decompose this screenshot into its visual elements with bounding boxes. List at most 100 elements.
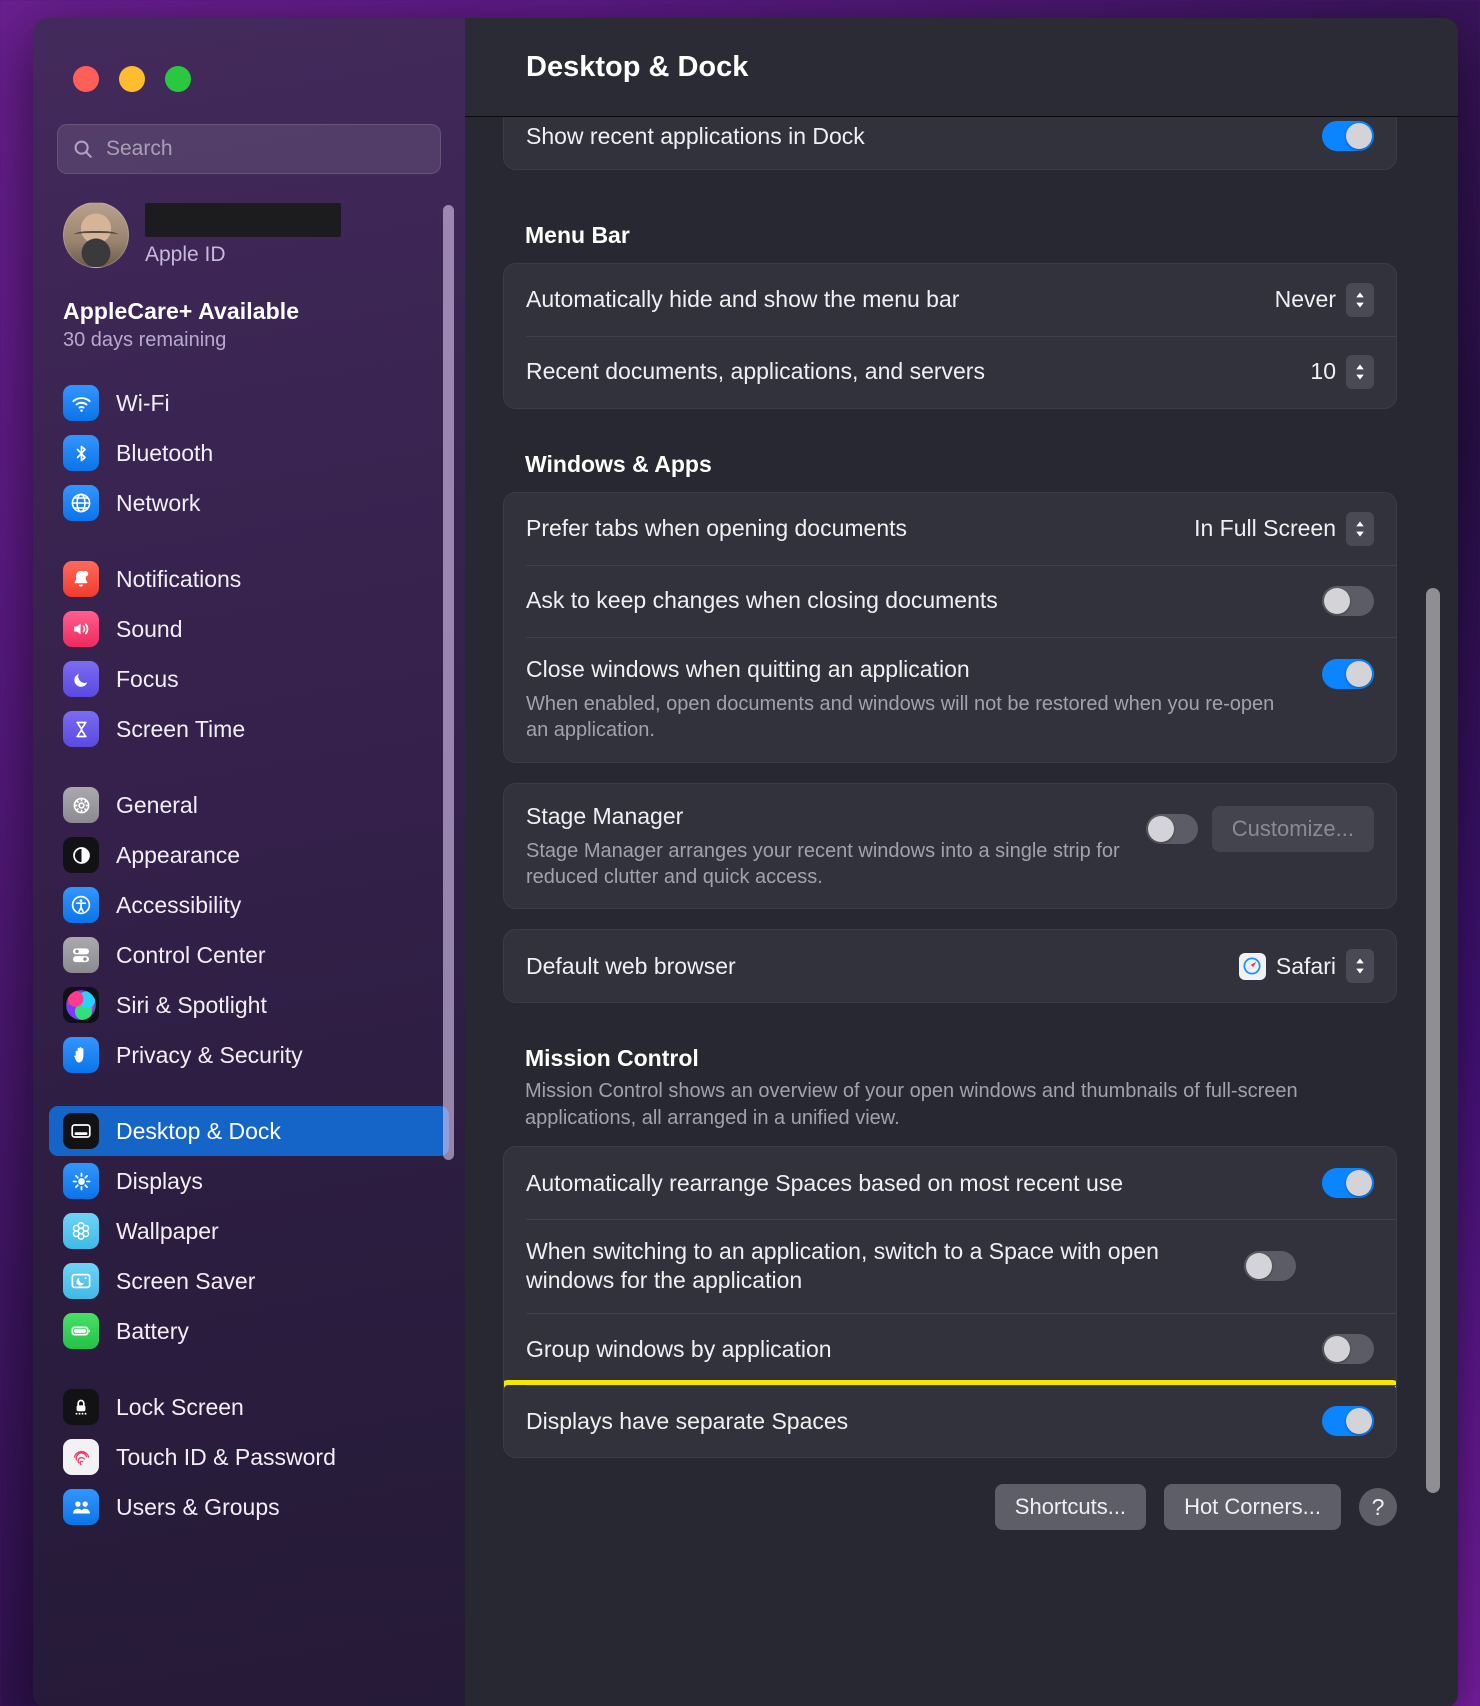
row-label: Close windows when quitting an applicati…	[526, 655, 970, 682]
row-label: Automatically rearrange Spaces based on …	[526, 1169, 1124, 1196]
close-button[interactable]	[73, 66, 99, 92]
stepper-recent-documents[interactable]: 10	[1310, 354, 1374, 389]
sidebar-item-displays[interactable]: Displays	[49, 1156, 449, 1206]
accessibility-icon	[63, 887, 99, 923]
sidebar-item-privacy-security[interactable]: Privacy & Security	[49, 1030, 449, 1080]
customize-button[interactable]: Customize...	[1211, 805, 1374, 852]
sidebar-item-label: Screen Time	[116, 715, 246, 742]
sidebar-group-system: General Appearance Accessibility Control…	[33, 780, 465, 1080]
detail-scrollbar[interactable]	[1426, 588, 1440, 1493]
screen-saver-icon	[63, 1263, 99, 1299]
sidebar-group-network: Wi-Fi Bluetooth Network	[33, 378, 465, 528]
battery-icon	[63, 1313, 99, 1349]
sidebar-item-wi-fi[interactable]: Wi-Fi	[49, 378, 449, 428]
displays-brightness-icon	[63, 1163, 99, 1199]
bluetooth-icon	[63, 435, 99, 471]
sidebar-item-label: Focus	[116, 665, 179, 692]
sidebar-item-label: Wallpaper	[116, 1217, 219, 1244]
sidebar-item-label: Users & Groups	[116, 1493, 280, 1520]
sidebar-item-label: Notifications	[116, 565, 242, 592]
search-box[interactable]	[57, 124, 441, 174]
toggle-auto-rearrange-spaces[interactable]	[1322, 1168, 1374, 1199]
popup-default-web-browser[interactable]: Safari	[1238, 949, 1374, 984]
desktop-dock-icon	[63, 1113, 99, 1149]
users-groups-icon	[63, 1489, 99, 1525]
sidebar-item-lock-screen[interactable]: Lock Screen	[49, 1382, 449, 1432]
toggle-show-recent-applications[interactable]	[1322, 121, 1374, 152]
toggle-group-windows-by-application[interactable]	[1322, 1334, 1374, 1365]
zoom-button[interactable]	[165, 66, 191, 92]
focus-moon-icon	[63, 661, 99, 697]
section-title-windows-apps: Windows & Apps	[525, 450, 712, 477]
sidebar-item-label: Wi-Fi	[116, 389, 170, 416]
sidebar-scrollbar[interactable]	[443, 205, 454, 1160]
sidebar-item-battery[interactable]: Battery	[49, 1306, 449, 1356]
sidebar-item-label: Network	[116, 489, 201, 516]
applecare-banner[interactable]: AppleCare+ Available 30 days remaining	[63, 298, 465, 352]
toggle-stage-manager[interactable]	[1145, 813, 1198, 844]
row-displays-have-separate-spaces[interactable]: Displays have separate Spaces	[504, 1380, 1396, 1458]
sidebar-item-desktop-dock[interactable]: Desktop & Dock	[49, 1106, 449, 1156]
sidebar-item-bluetooth[interactable]: Bluetooth	[49, 428, 449, 478]
dock-group-card: Show recent applications in Dock	[503, 117, 1397, 170]
sidebar-item-general[interactable]: General	[49, 780, 449, 830]
sidebar-item-appearance[interactable]: Appearance	[49, 830, 449, 880]
row-switch-to-space-with-open-windows[interactable]: When switching to an application, switch…	[504, 1219, 1396, 1313]
sidebar-item-screen-time[interactable]: Screen Time	[49, 704, 449, 754]
apple-id-row[interactable]: Apple ID	[63, 202, 465, 268]
toggle-close-windows-quitting[interactable]	[1322, 658, 1374, 689]
apple-id-label: Apple ID	[145, 243, 226, 266]
sidebar-item-users-groups[interactable]: Users & Groups	[49, 1482, 449, 1532]
sidebar-item-control-center[interactable]: Control Center	[49, 930, 449, 980]
sidebar-item-screen-saver[interactable]: Screen Saver	[49, 1256, 449, 1306]
help-button[interactable]: ?	[1359, 1488, 1397, 1527]
sidebar-item-notifications[interactable]: Notifications	[49, 554, 449, 604]
sidebar-item-accessibility[interactable]: Accessibility	[49, 880, 449, 930]
toggle-switch-to-space-with-open-windows[interactable]	[1244, 1251, 1296, 1282]
chevron-updown-icon[interactable]	[1346, 511, 1374, 546]
sidebar-item-focus[interactable]: Focus	[49, 654, 449, 704]
footer-buttons: Shortcuts... Hot Corners... ?	[503, 1484, 1397, 1531]
sidebar-item-wallpaper[interactable]: Wallpaper	[49, 1206, 449, 1256]
row-label: Show recent applications in Dock	[526, 123, 865, 149]
toggle-displays-have-separate-spaces[interactable]	[1322, 1406, 1374, 1437]
system-settings-window: Apple ID AppleCare+ Available 30 days re…	[33, 18, 1458, 1706]
chevron-updown-icon[interactable]	[1346, 949, 1374, 984]
sidebar-item-sound[interactable]: Sound	[49, 604, 449, 654]
sidebar-item-label: Appearance	[116, 841, 241, 868]
popup-auto-hide-menu-bar[interactable]: Never	[1274, 282, 1374, 317]
sidebar-group-personal: Notifications Sound Focus Screen Time	[33, 554, 465, 754]
row-auto-rearrange-spaces[interactable]: Automatically rearrange Spaces based on …	[504, 1147, 1396, 1219]
toggle-ask-keep-changes[interactable]	[1322, 585, 1374, 616]
sidebar-item-network[interactable]: Network	[49, 478, 449, 528]
row-show-recent-applications[interactable]: Show recent applications in Dock	[504, 117, 1396, 169]
row-label: Recent documents, applications, and serv…	[526, 358, 985, 385]
row-close-windows-quitting[interactable]: Close windows when quitting an applicati…	[504, 636, 1396, 762]
row-ask-keep-changes[interactable]: Ask to keep changes when closing documen…	[504, 564, 1396, 637]
mission-control-group-card: Automatically rearrange Spaces based on …	[503, 1146, 1397, 1459]
shortcuts-button[interactable]: Shortcuts...	[994, 1484, 1147, 1531]
row-recent-documents-count[interactable]: Recent documents, applications, and serv…	[504, 335, 1396, 408]
section-title-menu-bar: Menu Bar	[525, 221, 630, 248]
sidebar-item-label: Lock Screen	[116, 1393, 244, 1420]
row-prefer-tabs[interactable]: Prefer tabs when opening documents In Fu…	[504, 493, 1396, 565]
sidebar-item-touch-id-password[interactable]: Touch ID & Password	[49, 1432, 449, 1482]
popup-value: Never	[1274, 286, 1336, 313]
control-center-toggles-icon	[63, 937, 99, 973]
chevron-updown-icon[interactable]	[1346, 354, 1374, 389]
row-auto-hide-menu-bar[interactable]: Automatically hide and show the menu bar…	[504, 264, 1396, 336]
search-input[interactable]	[106, 137, 426, 161]
minimize-button[interactable]	[119, 66, 145, 92]
row-label: Stage Manager	[526, 802, 684, 829]
row-group-windows-by-application[interactable]: Group windows by application	[504, 1313, 1396, 1385]
applecare-title: AppleCare+ Available	[63, 298, 300, 324]
sidebar-item-label: Touch ID & Password	[116, 1443, 336, 1470]
row-stage-manager[interactable]: Stage Manager Stage Manager arranges you…	[504, 784, 1396, 909]
sidebar-item-label: Siri & Spotlight	[116, 991, 267, 1018]
hot-corners-button[interactable]: Hot Corners...	[1164, 1484, 1341, 1531]
sidebar-item-siri-spotlight[interactable]: Siri & Spotlight	[49, 980, 449, 1030]
chevron-updown-icon[interactable]	[1346, 282, 1374, 317]
popup-prefer-tabs[interactable]: In Full Screen	[1194, 511, 1374, 546]
sidebar: Apple ID AppleCare+ Available 30 days re…	[33, 18, 465, 1706]
row-default-web-browser[interactable]: Default web browser Safari	[504, 930, 1396, 1002]
